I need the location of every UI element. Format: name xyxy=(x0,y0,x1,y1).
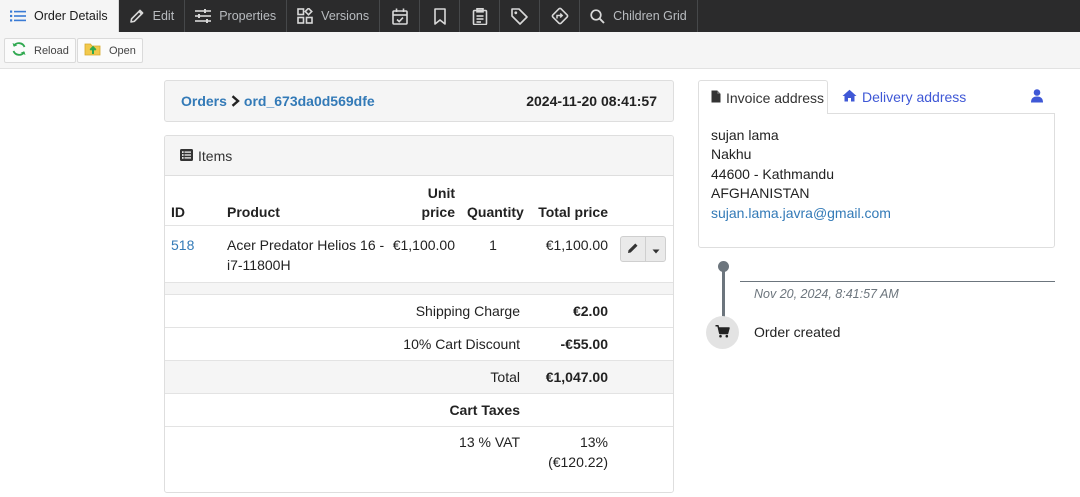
reload-icon xyxy=(11,41,27,60)
breadcrumb: Orders ord_673da0d569dfe xyxy=(181,93,375,109)
vat-amount: (€120.22) xyxy=(548,454,608,470)
address-tabs: Invoice address Delivery address xyxy=(698,80,1055,114)
pencil-icon xyxy=(627,241,639,257)
clipboard-icon xyxy=(472,7,488,25)
tab-label: Children Grid xyxy=(613,9,687,23)
col-header-total-price: Total price xyxy=(538,204,608,220)
object-toolbar: Reload Open xyxy=(0,32,1080,69)
item-actions xyxy=(620,236,666,262)
customer-button[interactable] xyxy=(1031,89,1043,106)
order-date: 2024-11-20 08:41:57 xyxy=(526,93,657,109)
col-header-id: ID xyxy=(171,204,185,220)
vat-rate: 13% xyxy=(579,434,608,450)
list-icon xyxy=(10,10,26,22)
item-product-name-cont: i7-11800H xyxy=(227,257,291,273)
open-label: Open xyxy=(109,44,136,57)
divider xyxy=(165,225,673,226)
timeline-line xyxy=(722,266,725,320)
chevron-right-icon xyxy=(231,95,240,107)
invoice-address-panel: sujan lama Nakhu 44600 - Kathmandu AFGHA… xyxy=(698,113,1055,248)
tab-label: Properties xyxy=(219,9,277,23)
caret-down-icon xyxy=(652,241,660,257)
reload-button[interactable]: Reload xyxy=(4,38,76,63)
divider xyxy=(165,426,673,427)
tab-workflow[interactable] xyxy=(540,0,581,32)
tab-schedule[interactable] xyxy=(380,0,421,32)
items-panel-heading: Items xyxy=(165,136,673,176)
col-header-quantity: Quantity xyxy=(467,204,524,220)
open-button[interactable]: Open xyxy=(77,38,143,63)
bookmark-icon xyxy=(433,7,447,25)
shipping-label: Shipping Charge xyxy=(415,303,520,319)
address-city: 44600 - Kathmandu xyxy=(711,165,834,182)
total-value: €1,047.00 xyxy=(545,369,608,385)
list-alt-icon xyxy=(180,148,193,164)
item-menu-dropdown[interactable] xyxy=(646,237,665,261)
total-label: Total xyxy=(490,369,520,385)
timeline-dot xyxy=(718,261,729,272)
calendar-check-icon xyxy=(391,8,408,25)
tab-label: Order Details xyxy=(34,9,108,23)
pencil-icon xyxy=(129,8,145,24)
shipping-value: €2.00 xyxy=(572,303,608,319)
tab-label: Edit xyxy=(152,9,175,23)
tab-children-grid[interactable]: Children Grid xyxy=(580,0,698,32)
timeline-divider xyxy=(740,281,1055,282)
tab-invoice-address[interactable]: Invoice address xyxy=(698,80,828,114)
tab-label: Versions xyxy=(321,9,370,23)
file-icon xyxy=(711,90,721,106)
address-email-link[interactable]: sujan.lama.javra@gmail.com xyxy=(711,204,1042,223)
versions-icon xyxy=(297,8,314,24)
order-header: Orders ord_673da0d569dfe 2024-11-20 08:4… xyxy=(164,80,674,122)
breadcrumb-order-id[interactable]: ord_673da0d569dfe xyxy=(244,93,375,109)
col-header-unit-price-line2: price xyxy=(421,204,455,220)
tab-edit[interactable]: Edit xyxy=(119,0,186,32)
reload-label: Reload xyxy=(34,44,69,57)
vat-label: 13 % VAT xyxy=(459,434,520,450)
tab-notes[interactable] xyxy=(460,0,501,32)
search-icon xyxy=(590,8,605,24)
folder-open-icon xyxy=(84,41,102,60)
col-header-unit-price-line1: Unit xyxy=(427,185,455,201)
tab-label: Invoice address xyxy=(726,89,825,106)
item-product-name: Acer Predator Helios 16 - xyxy=(227,237,385,253)
timeline-event-badge xyxy=(706,316,739,349)
home-icon xyxy=(842,89,857,105)
item-id-link[interactable]: 518 xyxy=(171,235,194,255)
discount-value: -€55.00 xyxy=(560,336,608,352)
item-quantity: 1 xyxy=(489,237,497,253)
address-country: AFGHANISTAN xyxy=(711,185,810,202)
sliders-icon xyxy=(195,9,212,23)
items-panel: Items ID Product Unit price Quantity Tot… xyxy=(164,135,674,493)
user-icon xyxy=(1031,89,1043,106)
tab-tags[interactable] xyxy=(500,0,541,32)
item-total-price: €1,100.00 xyxy=(545,237,608,253)
divider xyxy=(165,294,673,295)
editor-tab-bar: Order Details Edit Properties Versions C… xyxy=(0,0,1080,32)
breadcrumb-orders-link[interactable]: Orders xyxy=(181,93,227,109)
tab-properties[interactable]: Properties xyxy=(185,0,288,32)
divider xyxy=(165,327,673,328)
timeline-date: Nov 20, 2024, 8:41:57 AM xyxy=(754,287,899,301)
col-header-product: Product xyxy=(227,204,280,220)
direction-sign-icon xyxy=(551,7,569,25)
tab-bookmark[interactable] xyxy=(420,0,461,32)
tag-icon xyxy=(511,7,528,25)
shopping-cart-icon xyxy=(715,324,730,341)
timeline-event-text: Order created xyxy=(754,324,841,340)
discount-label: 10% Cart Discount xyxy=(403,336,520,352)
items-title: Items xyxy=(198,147,233,164)
tab-order-details[interactable]: Order Details xyxy=(0,0,119,32)
item-unit-price: €1,100.00 xyxy=(392,237,455,253)
tab-versions[interactable]: Versions xyxy=(287,0,381,32)
spacer-row xyxy=(165,282,673,294)
tab-label: Delivery address xyxy=(862,89,967,105)
address-street: Nakhu xyxy=(711,146,752,163)
address-name: sujan lama xyxy=(711,127,779,143)
tab-delivery-address[interactable]: Delivery address xyxy=(842,80,966,114)
cart-taxes-heading: Cart Taxes xyxy=(449,402,520,418)
edit-item-button[interactable] xyxy=(621,237,646,261)
